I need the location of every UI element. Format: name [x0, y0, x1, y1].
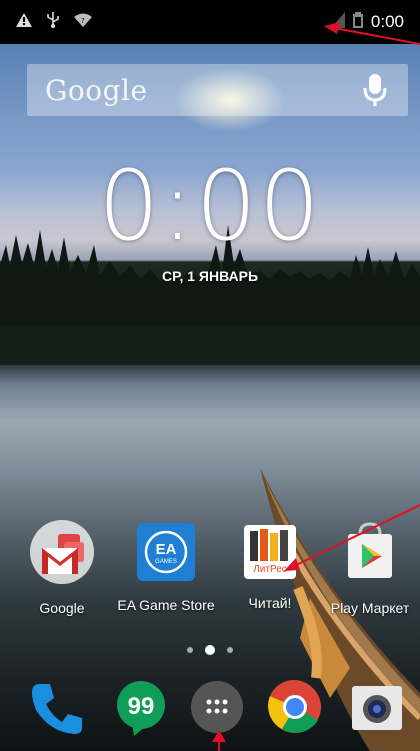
- home-screen: ? 0:00 Google 0:00 СР, 1 ЯНВАРЬ Google E…: [0, 0, 420, 751]
- google-folder-icon: [30, 520, 94, 584]
- clock-date: СР, 1 ЯНВАРЬ: [161, 268, 259, 284]
- dock: 99: [0, 678, 420, 740]
- app-play-market[interactable]: Play Маркет: [320, 520, 420, 616]
- page-dot-active[interactable]: [205, 645, 215, 655]
- mic-icon[interactable]: [360, 72, 390, 108]
- app-label-play-market: Play Маркет: [330, 600, 410, 616]
- clock-time[interactable]: 0:00: [0, 150, 420, 262]
- signal-icon: [330, 11, 345, 33]
- dock-all-apps[interactable]: [188, 678, 246, 736]
- warning-icon: [16, 12, 32, 32]
- page-dot[interactable]: [187, 647, 193, 653]
- app-label-google: Google: [39, 600, 85, 616]
- google-logo: Google: [45, 73, 148, 107]
- page-indicator: [0, 645, 420, 655]
- litres-icon: ЛитРес: [244, 525, 296, 579]
- app-chitai[interactable]: ЛитРес Читай!: [220, 520, 320, 611]
- google-search-bar[interactable]: Google: [27, 64, 408, 116]
- ea-games-icon: EA GAMES: [137, 523, 195, 581]
- dock-camera[interactable]: [348, 678, 406, 736]
- play-store-icon: [338, 520, 402, 584]
- app-ea-game-store[interactable]: EA GAMES EA Game Store: [116, 520, 216, 613]
- chrome-icon: [266, 680, 324, 740]
- dock-hangouts[interactable]: 99: [112, 678, 170, 736]
- ea-logo-subtext: GAMES: [155, 559, 177, 565]
- app-label-chitai: Читай!: [248, 595, 292, 611]
- status-bar: ? 0:00: [0, 0, 420, 44]
- wifi-icon: ?: [74, 13, 92, 32]
- usb-icon: [46, 11, 60, 33]
- status-system: 0:00: [330, 11, 404, 33]
- page-dot[interactable]: [227, 647, 233, 653]
- status-time: 0:00: [370, 12, 404, 31]
- phone-icon: [28, 684, 86, 740]
- status-notifications: ?: [16, 11, 92, 33]
- app-label-ea-game-store: EA Game Store: [117, 597, 215, 613]
- hangouts-icon: 99: [112, 681, 170, 740]
- battery-icon: [352, 11, 363, 33]
- app-drawer-icon: [188, 681, 246, 740]
- hangouts-glyph: 99: [128, 693, 155, 720]
- svg-text:?: ?: [81, 17, 85, 25]
- litres-logo-text: ЛитРес: [253, 564, 287, 575]
- dock-chrome[interactable]: [266, 678, 324, 736]
- app-google-folder[interactable]: Google: [12, 520, 112, 616]
- camera-icon: [348, 686, 406, 740]
- ea-logo-text: EA: [156, 541, 177, 558]
- dock-phone[interactable]: [28, 678, 86, 736]
